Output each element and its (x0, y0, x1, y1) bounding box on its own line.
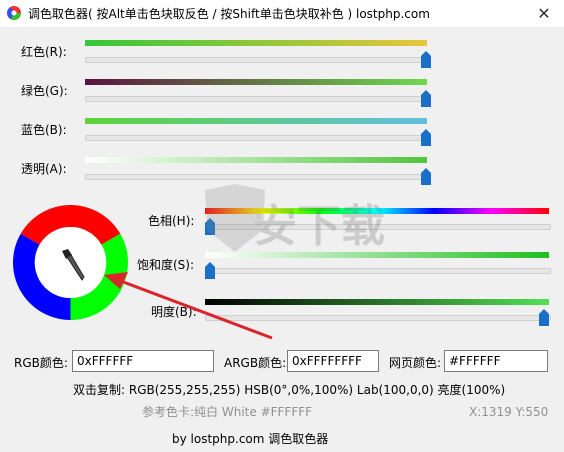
web-color-label: 网页颜色: (389, 356, 442, 370)
rgb-input[interactable]: 0xFFFFFF (72, 350, 214, 372)
reference-color-name: 参考色卡:纯白 White #FFFFFF (142, 405, 313, 419)
copy-values-line[interactable]: 双击复制: RGB(255,255,255) HSB(0°,0%,100%) L… (73, 381, 505, 398)
cursor-coordinates: X:1319 Y:550 (469, 405, 549, 419)
footer-credit: by lostphp.com 调色取色器 (172, 432, 329, 446)
web-color-input[interactable]: #FFFFFF (444, 350, 548, 372)
rgb-label: RGB颜色: (14, 356, 68, 370)
argb-input[interactable]: 0xFFFFFFFF (287, 350, 379, 372)
argb-label: ARGB颜色: (224, 356, 287, 370)
